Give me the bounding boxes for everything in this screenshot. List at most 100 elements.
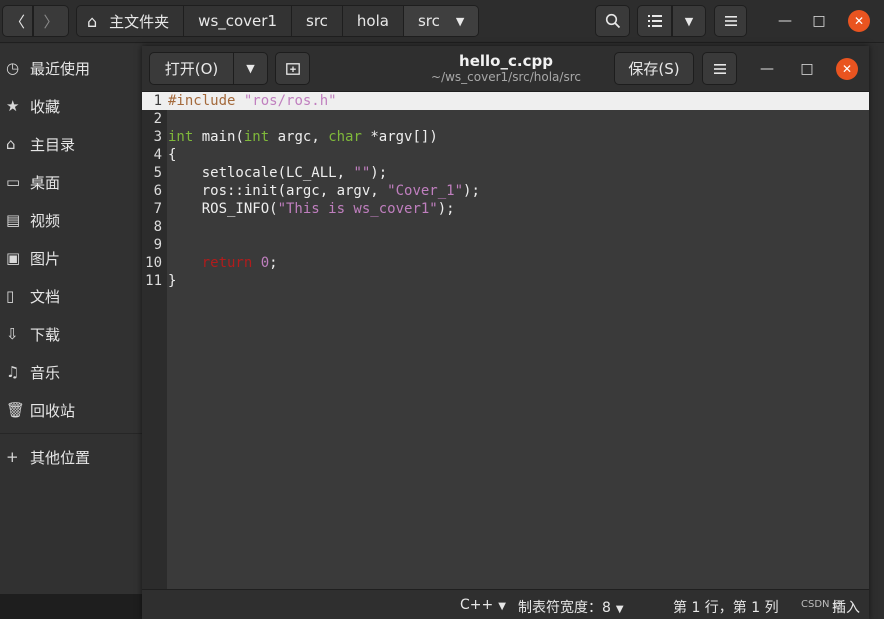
document-icon: ▯ — [6, 287, 15, 305]
line-number: 2 — [153, 111, 162, 127]
new-tab-icon — [285, 62, 300, 75]
sidebar-item-music[interactable]: ♫ 音乐 — [0, 354, 142, 390]
code-line[interactable]: { — [168, 146, 176, 164]
code-line[interactable]: int main(int argc, char *argv[]) — [168, 128, 438, 146]
caret-down-icon: ▼ — [684, 14, 694, 28]
minimize-icon: — — [778, 13, 792, 29]
close-icon: ✕ — [853, 14, 865, 28]
sidebar-item-label: 视频 — [30, 211, 61, 230]
line-number: 8 — [153, 219, 162, 235]
sidebar-item-label: 主目录 — [30, 135, 76, 154]
line-number: 11 — [145, 273, 162, 289]
plus-icon: + — [6, 448, 19, 466]
music-icon: ♫ — [6, 363, 20, 381]
maximize-icon: □ — [800, 61, 814, 77]
line-number: 5 — [153, 165, 162, 181]
document-path: ~/ws_cover1/src/hola/src — [431, 70, 581, 84]
trash-icon: 🗑 — [6, 401, 26, 419]
breadcrumb: ⌂ 主文件夹 ws_cover1 src hola src ▼ — [76, 5, 480, 37]
hamburger-menu-button[interactable] — [714, 5, 747, 37]
desktop-icon: ▭ — [6, 173, 21, 191]
open-button[interactable]: 打开(O) — [149, 52, 234, 85]
caret-down-icon: ▼ — [498, 601, 506, 612]
maximize-icon: □ — [812, 13, 826, 29]
back-button[interactable]: 〈 — [2, 5, 33, 37]
view-list-button[interactable] — [637, 5, 672, 37]
sidebar-item-documents[interactable]: ▯ 文档 — [0, 278, 142, 314]
sidebar-item-other-locations[interactable]: + 其他位置 — [0, 439, 142, 475]
editor-minimize-button[interactable]: — — [756, 58, 778, 80]
caret-down-icon: ▼ — [615, 604, 624, 615]
image-icon: ▣ — [6, 249, 21, 267]
breadcrumb-home[interactable]: ⌂ 主文件夹 — [77, 6, 185, 36]
line-number: 7 — [153, 201, 162, 217]
breadcrumb-label: src — [306, 12, 328, 30]
sidebar-item-desktop[interactable]: ▭ 桌面 — [0, 164, 142, 200]
editor-header: 打开(O) ▼ hello_c.cpp ~/ws_cover1/src/hola… — [142, 46, 869, 92]
view-options-dropdown[interactable]: ▼ — [672, 5, 706, 37]
code-line[interactable]: ROS_INFO("This is ws_cover1"); — [168, 200, 455, 218]
insert-mode-indicator: 插入 — [832, 600, 860, 616]
new-tab-button[interactable] — [275, 52, 310, 85]
code-line[interactable]: } — [168, 272, 176, 290]
clock-icon: ◷ — [6, 59, 20, 77]
breadcrumb-src-current[interactable]: src ▼ — [403, 6, 479, 36]
sidebar-divider — [0, 433, 142, 434]
editor-maximize-button[interactable]: □ — [796, 58, 818, 80]
window-edge — [869, 44, 884, 619]
breadcrumb-ws-cover1[interactable]: ws_cover1 — [184, 6, 292, 36]
sidebar-item-label: 图片 — [30, 249, 61, 268]
list-view-icon — [647, 15, 662, 27]
close-button[interactable]: ✕ — [848, 10, 870, 32]
desktop-strip — [0, 594, 142, 619]
language-selector[interactable]: C++ ▼ — [460, 597, 506, 613]
editor-close-button[interactable]: ✕ — [836, 58, 858, 80]
code-line[interactable]: setlocale(LC_ALL, ""); — [168, 164, 387, 182]
text-editor-window: 打开(O) ▼ hello_c.cpp ~/ws_cover1/src/hola… — [142, 46, 869, 619]
language-label: C++ — [460, 597, 494, 613]
open-label: 打开(O) — [164, 60, 219, 78]
search-icon — [605, 13, 620, 29]
status-bar: C++ ▼ 制表符宽度：8 ▼ 第 1 行，第 1 列 CSDN @ 插入 — [142, 589, 869, 619]
film-icon: ▤ — [6, 211, 21, 229]
document-title: hello_c.cpp — [459, 52, 553, 70]
sidebar-item-label: 桌面 — [30, 173, 61, 192]
maximize-button[interactable]: □ — [808, 10, 830, 32]
open-dropdown-button[interactable]: ▼ — [233, 52, 268, 85]
line-number: 3 — [153, 129, 162, 145]
minimize-icon: — — [760, 61, 774, 77]
caret-down-icon: ▼ — [246, 62, 255, 75]
code-line[interactable]: #include "ros/ros.h" — [168, 92, 337, 110]
sidebar-item-label: 音乐 — [30, 363, 61, 382]
breadcrumb-src[interactable]: src — [292, 6, 343, 36]
sidebar-item-label: 最近使用 — [30, 59, 91, 78]
sidebar-item-label: 文档 — [30, 287, 61, 306]
download-icon: ⇩ — [6, 325, 19, 343]
file-manager-header: 〈 〉 ⌂ 主文件夹 ws_cover1 src hola src ▼ ▼ — … — [0, 0, 884, 43]
code-line[interactable]: ros::init(argc, argv, "Cover_1"); — [168, 182, 480, 200]
code-line[interactable]: return 0; — [168, 254, 278, 272]
sidebar-item-recent[interactable]: ◷ 最近使用 — [0, 50, 142, 86]
sidebar-item-pictures[interactable]: ▣ 图片 — [0, 240, 142, 276]
minimize-button[interactable]: — — [774, 10, 796, 32]
sidebar-item-starred[interactable]: ★ 收藏 — [0, 88, 142, 124]
tab-width-selector[interactable]: 制表符宽度：8 ▼ — [518, 597, 624, 617]
sidebar-item-label: 收藏 — [30, 97, 61, 116]
line-number: 1 — [153, 93, 162, 109]
chevron-right-icon: 〉 — [43, 12, 59, 31]
breadcrumb-hola[interactable]: hola — [342, 6, 404, 36]
sidebar-item-label: 下载 — [30, 325, 61, 344]
editor-menu-button[interactable] — [702, 52, 737, 85]
line-number: 9 — [153, 237, 162, 253]
save-button[interactable]: 保存(S) — [614, 52, 694, 85]
hamburger-icon — [724, 16, 737, 26]
sidebar-item-trash[interactable]: 🗑 回收站 — [0, 392, 142, 428]
cursor-position[interactable]: 第 1 行，第 1 列 — [673, 597, 779, 617]
forward-button[interactable]: 〉 — [33, 5, 69, 37]
sidebar-item-home[interactable]: ⌂ 主目录 — [0, 126, 142, 162]
home-icon: ⌂ — [6, 135, 16, 153]
sidebar-item-videos[interactable]: ▤ 视频 — [0, 202, 142, 238]
sidebar-item-downloads[interactable]: ⇩ 下载 — [0, 316, 142, 352]
sidebar-item-label: 回收站 — [30, 401, 76, 420]
search-button[interactable] — [595, 5, 630, 37]
